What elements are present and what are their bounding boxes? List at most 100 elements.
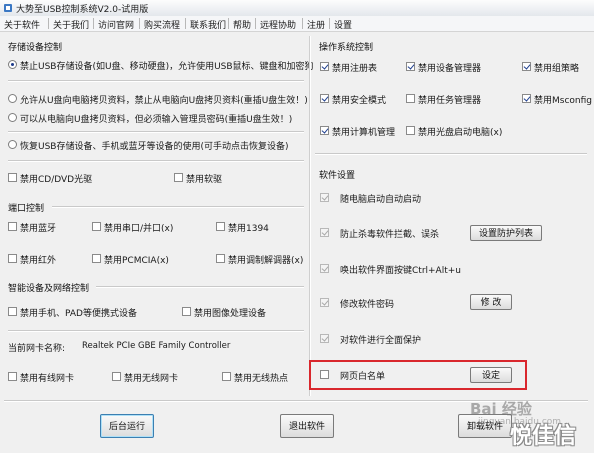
run-in-background-button[interactable]: 后台运行 xyxy=(100,414,154,438)
hotkey-checkbox[interactable] xyxy=(320,264,329,273)
storage-section-title: 存储设备控制 xyxy=(8,43,63,53)
menu-separator xyxy=(302,18,303,29)
disable-imaging-devices-checkbox[interactable] xyxy=(182,307,191,316)
disable-wired-nic-checkbox[interactable] xyxy=(8,372,17,381)
disable-hotspot-label: 禁用无线热点 xyxy=(234,374,289,384)
disable-infrared-label: 禁用红外 xyxy=(20,256,57,266)
disable-bluetooth-checkbox[interactable] xyxy=(8,222,17,231)
menu-visit-site[interactable]: 访问官网 xyxy=(98,17,134,32)
disable-safe-mode-label: 禁用安全模式 xyxy=(332,96,387,106)
os-section-title: 操作系统控制 xyxy=(319,43,374,53)
hotkey-label: 唤出软件界面按键Ctrl+Alt+u xyxy=(340,266,461,276)
disable-wireless-nic-checkbox[interactable] xyxy=(112,372,121,381)
menu-about-software[interactable]: 关于软件 xyxy=(4,17,40,32)
anti-antivirus-label: 防止杀毒软件拦截、误杀 xyxy=(340,230,440,240)
disable-cd-boot-label: 禁用光盘启动电脑(x) xyxy=(418,128,503,138)
disable-group-policy-label: 禁用组策略 xyxy=(534,64,580,74)
disable-registry-label: 禁用注册表 xyxy=(332,64,378,74)
disable-cd-dvd-label: 禁用CD/DVD光驱 xyxy=(20,175,93,185)
menu-register[interactable]: 注册 xyxy=(307,17,325,32)
disable-group-policy-checkbox[interactable] xyxy=(522,62,531,71)
menu-separator xyxy=(185,18,186,29)
change-password-checkbox[interactable] xyxy=(320,298,329,307)
full-protection-label: 对软件进行全面保护 xyxy=(340,336,422,346)
menu-separator xyxy=(48,18,49,29)
disable-imaging-devices-label: 禁用图像处理设备 xyxy=(194,309,267,319)
title-bar: 大势至USB控制系统V2.0-试用版 xyxy=(0,0,594,17)
disable-cd-dvd-checkbox[interactable] xyxy=(8,173,17,182)
disable-1394-label: 禁用1394 xyxy=(228,224,269,234)
disable-modem-label: 禁用调制解调器(x) xyxy=(228,256,304,266)
ports-section-title: 端口控制 xyxy=(8,204,45,214)
disable-task-manager-checkbox[interactable] xyxy=(406,94,415,103)
disable-device-manager-label: 禁用设备管理器 xyxy=(418,64,482,74)
disable-serial-parallel-checkbox[interactable] xyxy=(92,222,101,231)
brand-watermark: 悦佳信 xyxy=(510,424,577,449)
settings-section-title: 软件设置 xyxy=(319,171,356,181)
disable-wired-nic-label: 禁用有线网卡 xyxy=(20,374,75,384)
menu-remote-assist[interactable]: 远程协助 xyxy=(260,17,296,32)
disable-floppy-checkbox[interactable] xyxy=(174,173,183,182)
full-protection-checkbox[interactable] xyxy=(320,334,329,343)
menu-separator xyxy=(93,18,94,29)
disable-infrared-checkbox[interactable] xyxy=(8,254,17,263)
storage-option-label: 禁止USB存储设备(如U盘、移动硬盘)，允许使用USB鼠标、键盘和加密狗 xyxy=(20,62,314,72)
disable-registry-checkbox[interactable] xyxy=(320,62,329,71)
change-password-label: 修改软件密码 xyxy=(340,300,395,310)
storage-option-label: 恢复USB存储设备、手机或蓝牙等设备的使用(可手动点击恢复设备) xyxy=(20,142,289,152)
divider xyxy=(96,286,304,288)
storage-option-restore-radio[interactable] xyxy=(8,140,17,149)
disable-wireless-nic-label: 禁用无线网卡 xyxy=(124,374,179,384)
window-title: 大势至USB控制系统V2.0-试用版 xyxy=(16,5,149,15)
menu-contact[interactable]: 联系我们 xyxy=(190,17,226,32)
anti-antivirus-checkbox[interactable] xyxy=(320,228,329,237)
disable-computer-management-label: 禁用计算机管理 xyxy=(332,128,396,138)
disable-serial-parallel-label: 禁用串口/并口(x) xyxy=(104,224,174,234)
smart-section-title: 智能设备及网络控制 xyxy=(8,284,90,294)
menu-separator xyxy=(139,18,140,29)
autostart-checkbox[interactable] xyxy=(320,193,329,202)
nic-name-value: Realtek PCIe GBE Family Controller xyxy=(82,341,231,351)
storage-option-readonly-radio[interactable] xyxy=(8,94,17,103)
highlight-box xyxy=(309,360,527,390)
disable-1394-checkbox[interactable] xyxy=(216,222,225,231)
divider xyxy=(52,206,304,208)
baidu-watermark: Bai 经验 xyxy=(470,400,532,418)
menu-separator xyxy=(228,18,229,29)
disable-msconfig-checkbox[interactable] xyxy=(522,94,531,103)
disable-task-manager-label: 禁用任务管理器 xyxy=(418,96,482,106)
exit-software-button[interactable]: 退出软件 xyxy=(280,414,334,438)
disable-mobile-devices-checkbox[interactable] xyxy=(8,307,17,316)
divider xyxy=(315,153,587,155)
menu-about-us[interactable]: 关于我们 xyxy=(53,17,89,32)
disable-device-manager-checkbox[interactable] xyxy=(406,62,415,71)
app-icon xyxy=(4,4,12,12)
menu-purchase[interactable]: 购买流程 xyxy=(144,17,180,32)
disable-safe-mode-checkbox[interactable] xyxy=(320,94,329,103)
disable-computer-management-checkbox[interactable] xyxy=(320,126,329,135)
storage-option-label: 允许从U盘向电脑拷贝资料，禁止从电脑向U盘拷贝资料(重插U盘生效！) xyxy=(20,96,308,106)
disable-pcmcia-checkbox[interactable] xyxy=(92,254,101,263)
disable-cd-boot-checkbox[interactable] xyxy=(406,126,415,135)
disable-mobile-devices-label: 禁用手机、PAD等便携式设备 xyxy=(20,309,137,319)
autostart-label: 随电脑启动自动启动 xyxy=(340,195,422,205)
divider xyxy=(8,131,304,133)
disable-msconfig-label: 禁用Msconfig xyxy=(534,96,592,106)
disable-hotspot-checkbox[interactable] xyxy=(222,372,231,381)
menu-separator xyxy=(329,18,330,29)
menu-settings[interactable]: 设置 xyxy=(334,17,352,32)
column-divider xyxy=(309,36,311,396)
divider xyxy=(8,80,304,82)
storage-option-label: 可以从电脑向U盘拷贝资料，但必须输入管理员密码(重插U盘生效！) xyxy=(20,115,293,125)
modify-password-button[interactable]: 修 改 xyxy=(470,294,512,310)
divider xyxy=(8,160,304,162)
storage-option-block-usb-radio[interactable] xyxy=(8,60,17,69)
menu-separator xyxy=(255,18,256,29)
disable-pcmcia-label: 禁用PCMCIA(x) xyxy=(104,256,169,266)
disable-bluetooth-label: 禁用蓝牙 xyxy=(20,224,57,234)
menu-bar: 关于软件 关于我们 访问官网 购买流程 联系我们 帮助 远程协助 注册 设置 xyxy=(0,16,594,32)
menu-help[interactable]: 帮助 xyxy=(233,17,251,32)
disable-modem-checkbox[interactable] xyxy=(216,254,225,263)
storage-option-password-radio[interactable] xyxy=(8,113,17,122)
set-protect-list-button[interactable]: 设置防护列表 xyxy=(470,225,542,241)
